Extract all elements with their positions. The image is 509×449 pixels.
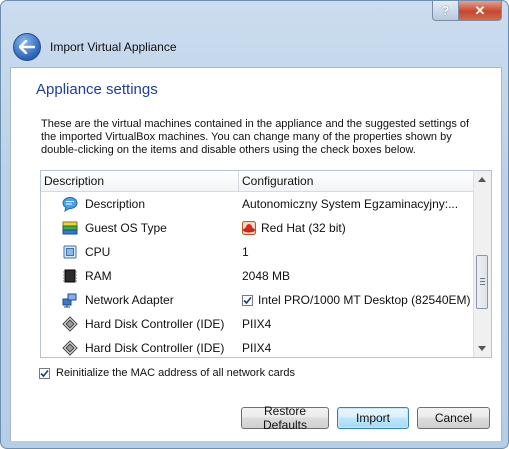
wizard-header: Import Virtual Appliance xyxy=(9,28,500,66)
table-row[interactable]: RAM 2048 MB xyxy=(41,264,473,288)
reinit-mac-option[interactable]: Reinitialize the MAC address of all netw… xyxy=(39,367,295,379)
checkmark-icon xyxy=(243,296,252,304)
vertical-scrollbar[interactable] xyxy=(473,171,491,357)
scrollbar-thumb[interactable] xyxy=(476,255,488,309)
reinit-mac-checkbox[interactable] xyxy=(39,367,50,379)
ram-chip-icon xyxy=(62,268,78,284)
page-title: Appliance settings xyxy=(36,81,158,98)
row-value: Intel PRO/1000 MT Desktop (82540EM) xyxy=(258,293,471,307)
grip-line xyxy=(480,284,485,285)
row-value: 1 xyxy=(242,245,249,259)
wizard-title: Import Virtual Appliance xyxy=(50,40,177,54)
row-label: Hard Disk Controller (IDE) xyxy=(85,317,225,331)
network-adapter-icon xyxy=(62,292,78,308)
wizard-content: Appliance settings These are the virtual… xyxy=(10,67,502,441)
row-label: Description xyxy=(85,197,146,211)
row-label: Hard Disk Controller (IDE) xyxy=(85,341,225,355)
table-row[interactable]: CPU 1 xyxy=(41,240,473,264)
table-row[interactable]: Description Autonomiczny System Egzamina… xyxy=(41,192,473,216)
scroll-down-icon[interactable] xyxy=(478,346,486,351)
scroll-up-icon[interactable] xyxy=(478,177,486,182)
close-icon: ✕ xyxy=(474,2,486,18)
table-header: Description Configuration xyxy=(41,171,473,192)
grip-line xyxy=(480,281,485,282)
table-row[interactable]: Hard Disk Controller (IDE) PIIX4 xyxy=(41,312,473,336)
close-button[interactable]: ✕ xyxy=(459,1,502,21)
table-rows: Description Autonomiczny System Egzamina… xyxy=(41,192,473,357)
row-label: CPU xyxy=(85,245,111,259)
table-row[interactable]: Network Adapter Intel PRO/1000 MT Deskto… xyxy=(41,288,473,312)
grip-line xyxy=(480,278,485,279)
column-header-description[interactable]: Description xyxy=(41,171,239,191)
checkmark-icon xyxy=(40,369,49,377)
title-buttons: ? ✕ xyxy=(432,1,502,21)
disk-controller-icon xyxy=(62,316,78,332)
reinit-mac-label: Reinitialize the MAC address of all netw… xyxy=(56,367,296,379)
cancel-button[interactable]: Cancel xyxy=(417,407,490,429)
network-adapter-checkbox[interactable] xyxy=(242,294,253,306)
row-value: PIIX4 xyxy=(242,317,272,331)
row-label: Network Adapter xyxy=(85,293,174,307)
appliance-settings-table[interactable]: Description Configuration Description Au… xyxy=(40,170,492,358)
help-button[interactable]: ? xyxy=(432,1,459,21)
cpu-icon xyxy=(62,244,78,260)
row-value: Red Hat (32 bit) xyxy=(261,221,346,235)
os-type-icon xyxy=(62,220,78,236)
import-button[interactable]: Import xyxy=(337,407,409,429)
row-label: RAM xyxy=(85,269,112,283)
red-hat-icon xyxy=(242,221,256,235)
help-icon: ? xyxy=(441,3,450,18)
row-label: Guest OS Type xyxy=(85,221,167,235)
table-row[interactable]: Guest OS Type Red Hat (32 bit) xyxy=(41,216,473,240)
import-appliance-window: ? ✕ Import Virtual Appliance Appliance s… xyxy=(0,0,509,449)
row-value: Autonomiczny System Egzaminacyjny:... xyxy=(242,197,459,211)
table-row[interactable]: Hard Disk Controller (IDE) PIIX4 xyxy=(41,336,473,357)
row-value: PIIX4 xyxy=(242,341,272,355)
restore-defaults-button[interactable]: Restore Defaults xyxy=(241,404,329,432)
page-description: These are the virtual machines contained… xyxy=(41,118,470,156)
column-header-configuration[interactable]: Configuration xyxy=(239,171,313,191)
row-value: 2048 MB xyxy=(242,269,291,283)
back-arrow-icon xyxy=(19,40,35,54)
disk-controller-icon xyxy=(62,340,78,356)
back-button[interactable] xyxy=(13,33,41,61)
speech-bubble-icon xyxy=(62,196,78,212)
